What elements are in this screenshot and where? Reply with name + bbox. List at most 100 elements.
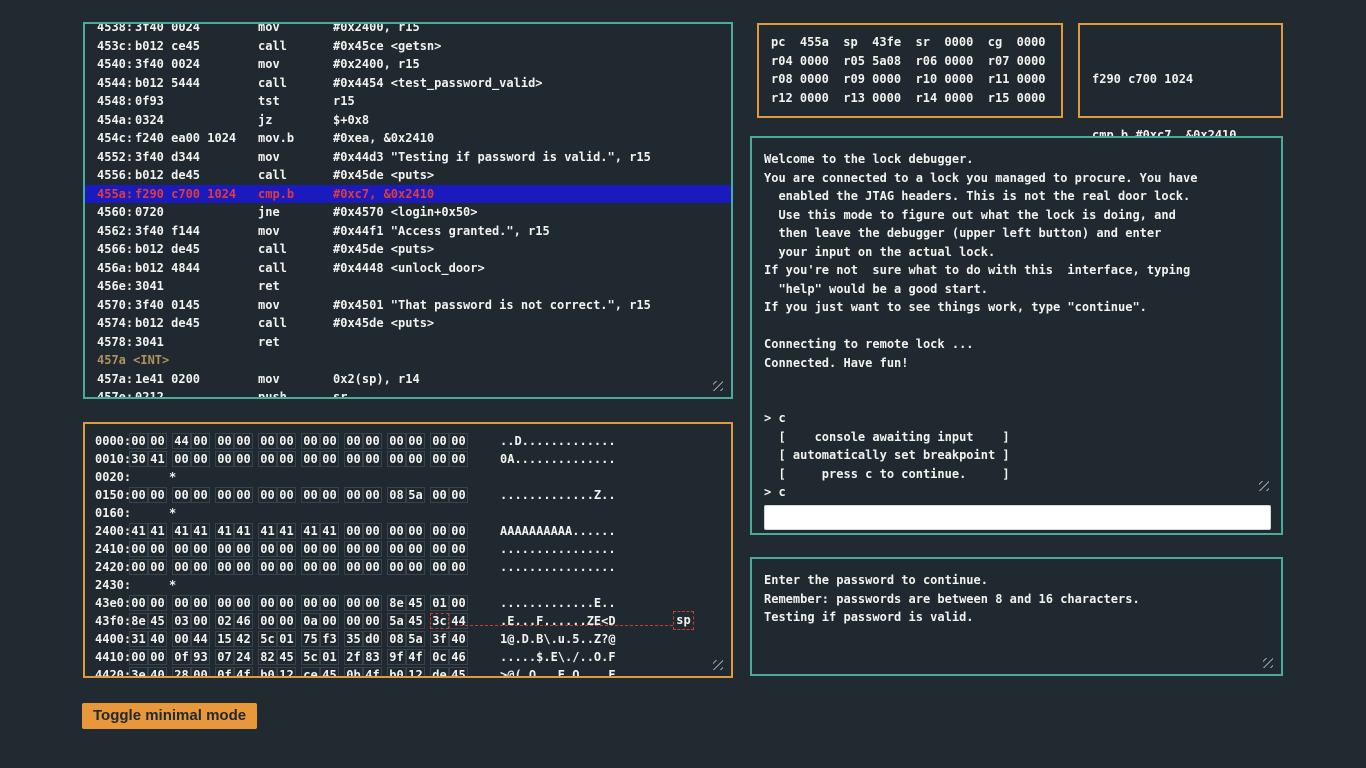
memory-byte[interactable]: 00 xyxy=(301,451,320,467)
memory-byte[interactable]: 00 xyxy=(258,613,277,629)
memory-byte[interactable]: 00 xyxy=(344,487,363,503)
memory-byte[interactable]: 00 xyxy=(258,541,277,557)
memory-byte[interactable]: 00 xyxy=(363,487,382,503)
memory-byte[interactable]: 4f xyxy=(406,649,425,665)
memory-byte[interactable]: 00 xyxy=(344,613,363,629)
memory-byte[interactable]: 01 xyxy=(430,595,449,611)
memory-byte[interactable]: 00 xyxy=(387,451,406,467)
memory-byte[interactable]: 00 xyxy=(320,487,339,503)
memory-byte[interactable]: 5a xyxy=(387,613,406,629)
memory-byte[interactable]: 00 xyxy=(363,433,382,449)
memory-row[interactable]: 43f0:8e450300024600000a0000005a453c44.E.… xyxy=(95,612,721,630)
memory-byte[interactable]: 00 xyxy=(148,649,167,665)
memory-row[interactable]: 2400:41414141414141414141000000000000AAA… xyxy=(95,522,721,540)
memory-byte[interactable]: 03 xyxy=(172,613,191,629)
memory-byte[interactable]: 00 xyxy=(258,559,277,575)
memory-byte[interactable]: 12 xyxy=(277,667,296,678)
memory-byte[interactable]: 00 xyxy=(191,433,210,449)
memory-byte[interactable]: 00 xyxy=(258,451,277,467)
memory-row[interactable]: 0000:00004400000000000000000000000000..D… xyxy=(95,432,721,450)
memory-byte[interactable]: 00 xyxy=(258,595,277,611)
memory-byte[interactable]: 00 xyxy=(406,451,425,467)
memory-row[interactable]: 0010:304100000000000000000000000000000A.… xyxy=(95,450,721,468)
memory-byte[interactable]: 00 xyxy=(406,523,425,539)
memory-byte[interactable]: 0f xyxy=(215,667,234,678)
sp-target-byte[interactable]: 3c xyxy=(430,613,449,629)
memory-byte[interactable]: 00 xyxy=(215,559,234,575)
memory-byte[interactable]: 00 xyxy=(406,559,425,575)
memory-byte[interactable]: 0b xyxy=(344,667,363,678)
memory-byte[interactable]: 08 xyxy=(387,487,406,503)
memory-byte[interactable]: 8e xyxy=(387,595,406,611)
memory-byte[interactable]: 5a xyxy=(406,631,425,647)
resize-grip[interactable] xyxy=(1263,658,1273,668)
memory-byte[interactable]: 00 xyxy=(301,487,320,503)
memory-byte[interactable]: 08 xyxy=(387,631,406,647)
memory-byte[interactable]: 00 xyxy=(363,451,382,467)
memory-byte[interactable]: 41 xyxy=(301,523,320,539)
resize-grip[interactable] xyxy=(713,660,723,670)
memory-byte[interactable]: 4f xyxy=(234,667,253,678)
memory-byte[interactable]: 0c xyxy=(430,649,449,665)
memory-byte[interactable]: b0 xyxy=(258,667,277,678)
memory-row[interactable]: 4410:00000f93072482455c012f839f4f0c46...… xyxy=(95,648,721,666)
memory-byte[interactable]: 00 xyxy=(277,559,296,575)
disasm-row[interactable]: 457e:0212pushsr xyxy=(97,388,719,399)
memory-byte[interactable]: 00 xyxy=(234,433,253,449)
memory-byte[interactable]: 40 xyxy=(449,631,468,647)
memory-byte[interactable]: 45 xyxy=(320,667,339,678)
memory-byte[interactable]: 00 xyxy=(191,559,210,575)
memory-byte[interactable]: 45 xyxy=(406,595,425,611)
memory-byte[interactable]: 45 xyxy=(277,649,296,665)
memory-byte[interactable]: 00 xyxy=(215,541,234,557)
memory-byte[interactable]: 01 xyxy=(320,649,339,665)
memory-byte[interactable]: 4f xyxy=(363,667,382,678)
memory-byte[interactable]: 00 xyxy=(234,541,253,557)
memory-byte[interactable]: 00 xyxy=(363,541,382,557)
memory-byte[interactable]: 00 xyxy=(258,487,277,503)
memory-row[interactable]: 4420:3e4028000f4fb012ce450b4fb012de45>@(… xyxy=(95,666,721,678)
memory-byte[interactable]: 00 xyxy=(172,451,191,467)
disasm-row[interactable]: 453c:b012 ce45call#0x45ce <getsn> xyxy=(97,37,719,56)
memory-byte[interactable]: 00 xyxy=(215,595,234,611)
memory-byte[interactable]: 00 xyxy=(344,433,363,449)
memory-byte[interactable]: 00 xyxy=(301,595,320,611)
disasm-row[interactable]: 456a:b012 4844call#0x4448 <unlock_door> xyxy=(97,259,719,278)
memory-byte[interactable]: 46 xyxy=(234,613,253,629)
memory-byte[interactable]: 40 xyxy=(148,631,167,647)
memory-byte[interactable]: 00 xyxy=(129,541,148,557)
memory-byte[interactable]: 41 xyxy=(172,523,191,539)
memory-byte[interactable]: 41 xyxy=(215,523,234,539)
memory-byte[interactable]: 00 xyxy=(344,559,363,575)
memory-row[interactable]: 0150:000000000000000000000000085a0000...… xyxy=(95,486,721,504)
disasm-row[interactable]: 4548:0f93tstr15 xyxy=(97,92,719,111)
memory-byte[interactable]: 44 xyxy=(172,433,191,449)
memory-byte[interactable]: 00 xyxy=(430,433,449,449)
memory-byte[interactable]: 00 xyxy=(172,631,191,647)
disasm-row[interactable]: 4538:3f40 0024mov#0x2400, r15 xyxy=(97,22,719,37)
memory-byte[interactable]: 00 xyxy=(387,523,406,539)
memory-row[interactable]: 0020:* xyxy=(95,468,721,486)
memory-byte[interactable]: 5a xyxy=(406,487,425,503)
memory-byte[interactable]: 00 xyxy=(172,487,191,503)
memory-byte[interactable]: 00 xyxy=(406,433,425,449)
disasm-section-label[interactable]: 457a <INT> xyxy=(97,351,719,370)
memory-byte[interactable]: 00 xyxy=(387,559,406,575)
memory-byte[interactable]: 00 xyxy=(191,451,210,467)
memory-byte[interactable]: 00 xyxy=(215,433,234,449)
memory-byte[interactable]: 00 xyxy=(344,541,363,557)
disasm-row[interactable]: 4578:3041ret xyxy=(97,333,719,352)
memory-row[interactable]: 4400:3140004415425c0175f335d0085a3f401@.… xyxy=(95,630,721,648)
memory-byte[interactable]: 01 xyxy=(277,631,296,647)
memory-byte[interactable]: 41 xyxy=(258,523,277,539)
memory-byte[interactable]: 00 xyxy=(363,595,382,611)
toggle-minimal-mode-button[interactable]: Toggle minimal mode xyxy=(82,703,257,729)
disasm-row[interactable]: 4544:b012 5444call#0x4454 <test_password… xyxy=(97,74,719,93)
memory-byte[interactable]: 00 xyxy=(277,487,296,503)
memory-row[interactable]: 2420:00000000000000000000000000000000...… xyxy=(95,558,721,576)
memory-byte[interactable]: 00 xyxy=(301,433,320,449)
memory-byte[interactable]: 15 xyxy=(215,631,234,647)
disasm-row[interactable]: 4574:b012 de45call#0x45de <puts> xyxy=(97,314,719,333)
memory-dump-panel[interactable]: 0000:00004400000000000000000000000000..D… xyxy=(83,422,733,678)
memory-byte[interactable]: 3e xyxy=(129,667,148,678)
